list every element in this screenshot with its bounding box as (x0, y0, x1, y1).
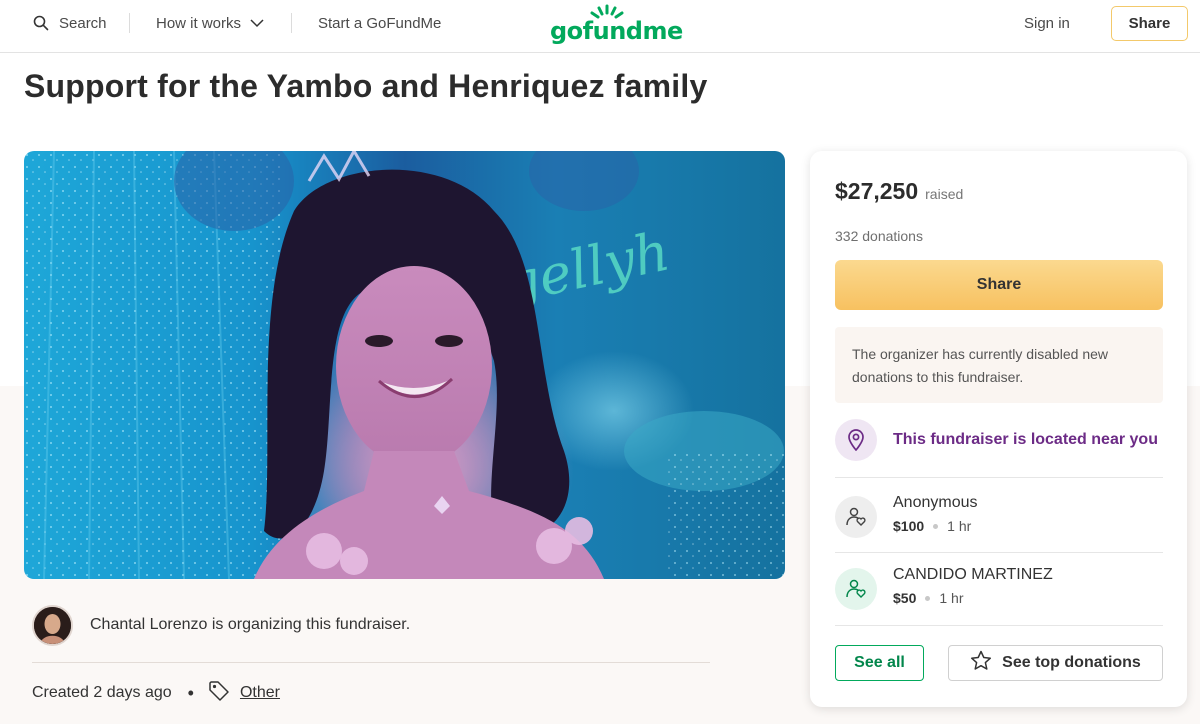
search-link[interactable]: Search (33, 0, 107, 46)
category-link[interactable]: Other (240, 684, 280, 702)
card-divider (835, 625, 1163, 626)
donation-time: 1 hr (939, 590, 964, 606)
chevron-down-icon (250, 18, 264, 28)
how-it-works-label: How it works (156, 14, 242, 32)
start-gofundme-label: Start a GoFundMe (318, 14, 442, 32)
location-text: This fundraiser is located near you (893, 431, 1158, 448)
dot-separator (925, 595, 931, 601)
see-top-donations-button[interactable]: See top donations (948, 645, 1163, 681)
donor-heart-icon (835, 568, 877, 610)
location-pin-icon (835, 419, 877, 461)
location-row: This fundraiser is located near you (835, 419, 1158, 461)
raised-amount: $27,250 (835, 178, 919, 204)
donation-item: Anonymous $100 1 hr (835, 494, 978, 538)
donor-heart-icon (835, 496, 877, 538)
organizer-avatar[interactable] (32, 604, 73, 646)
card-divider (835, 477, 1163, 478)
meta-separator: • (187, 682, 194, 703)
top-nav: Search How it works Start a GoFundMe gof… (0, 0, 1200, 53)
how-it-works-menu[interactable]: How it works (156, 0, 264, 46)
donations-count: 332 donations (835, 228, 923, 244)
star-icon (970, 650, 1002, 676)
share-button[interactable]: Share (835, 260, 1163, 310)
start-gofundme-link[interactable]: Start a GoFundMe (318, 0, 441, 46)
page-title: Support for the Yambo and Henriquez fami… (24, 68, 708, 104)
fundraiser-photo[interactable]: gellyh (24, 151, 785, 579)
search-icon (33, 15, 49, 31)
created-date: Created 2 days ago (32, 684, 172, 701)
nav-divider (129, 13, 130, 33)
donation-amount: $50 (893, 590, 917, 606)
donation-time: 1 hr (947, 518, 972, 534)
see-top-donations-label: See top donations (1002, 654, 1141, 671)
donations-disabled-notice: The organizer has currently disabled new… (835, 327, 1163, 403)
donation-card: $27,250 raised 332 donations Share The o… (810, 151, 1187, 707)
donation-item: CANDIDO MARTINEZ $50 1 hr (835, 566, 1053, 610)
search-label: Search (59, 14, 107, 32)
photo-illustration: gellyh (24, 151, 785, 579)
gofundme-logo[interactable]: gofundme (550, 3, 683, 45)
organizer-text: Chantal Lorenzo is organizing this fundr… (90, 616, 411, 633)
dot-separator (933, 523, 939, 529)
see-all-button[interactable]: See all (835, 645, 924, 681)
card-divider (835, 552, 1163, 553)
donation-amount: $100 (893, 518, 925, 534)
raised-summary: $27,250 raised (835, 178, 963, 205)
fundraiser-meta: Created 2 days ago • Other (32, 680, 280, 707)
donor-name: Anonymous (893, 494, 978, 511)
nav-divider (291, 13, 292, 33)
content-divider (32, 662, 710, 663)
raised-label: raised (925, 186, 964, 202)
logo-text: gofundme (550, 17, 683, 45)
sign-in-link[interactable]: Sign in (1024, 0, 1070, 46)
donor-name: CANDIDO MARTINEZ (893, 566, 1053, 583)
header-share-button[interactable]: Share (1111, 6, 1188, 41)
tag-icon (208, 680, 230, 707)
organizer-row: Chantal Lorenzo is organizing this fundr… (32, 604, 410, 646)
